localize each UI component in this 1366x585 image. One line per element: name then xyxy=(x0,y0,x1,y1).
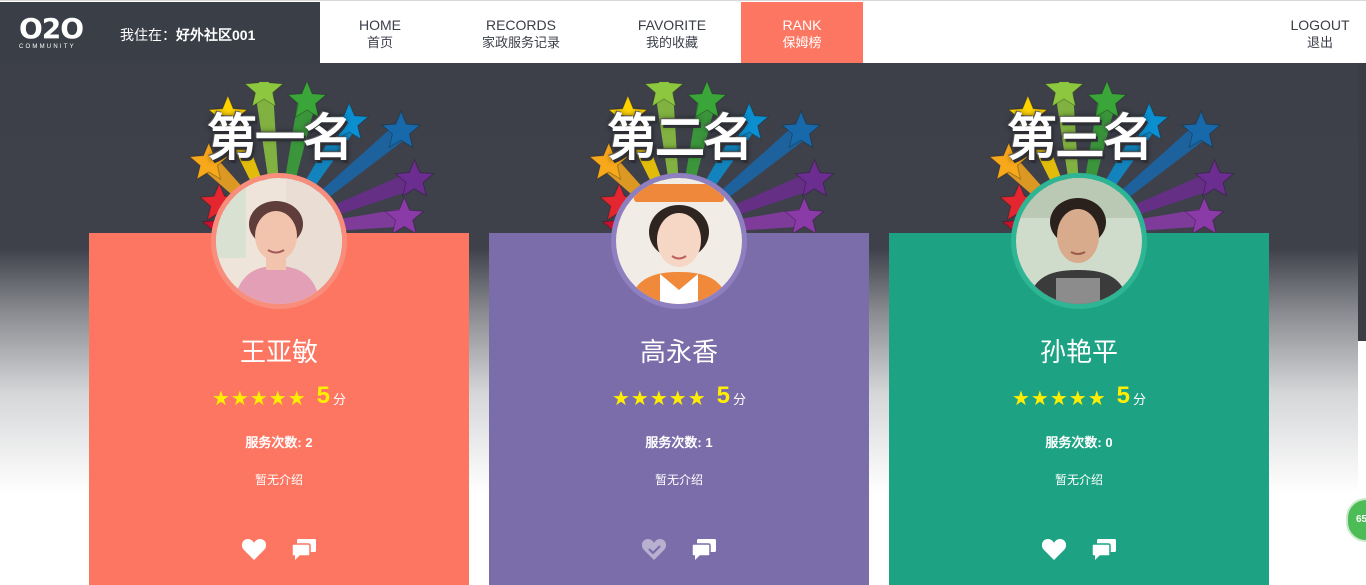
nanny-avatar[interactable] xyxy=(211,173,347,309)
o2o-logo[interactable]: O2O COMMUNITY xyxy=(19,12,91,51)
score-unit: 分 xyxy=(333,392,347,407)
location-text: 我住在：好外社区001 xyxy=(120,27,255,43)
rank-title: 第三名 xyxy=(1007,110,1153,166)
score-value: 5 xyxy=(716,382,730,409)
nav-favorite[interactable]: FAVORITE 我的收藏 xyxy=(612,2,732,64)
brand-area: O2O COMMUNITY 我住在：好外社区001 xyxy=(0,2,320,64)
star-shape xyxy=(783,196,825,235)
nav-favorite-cn: 我的收藏 xyxy=(645,35,698,50)
location-label: 我住在： xyxy=(120,27,176,43)
nav-rank-cn: 保姆榜 xyxy=(782,35,822,50)
service-count-label: 服务次数: xyxy=(1045,435,1106,450)
chat-bubbles-icon[interactable] xyxy=(291,537,317,561)
heart-check-icon[interactable] xyxy=(641,537,667,561)
rank-title: 第一名 xyxy=(207,110,353,166)
star-rating-icons: ★★★★★ xyxy=(611,386,707,410)
service-count-label: 服务次数: xyxy=(245,435,306,450)
rank-title: 第二名 xyxy=(607,110,753,166)
logo-main-text: O2O xyxy=(19,12,84,45)
card-actions xyxy=(889,537,1269,561)
rating-row: ★★★★★ 5 分 xyxy=(889,379,1269,410)
card-actions xyxy=(489,537,869,561)
nanny-intro: 暂无介绍 xyxy=(254,473,303,487)
chat-bubbles-icon[interactable] xyxy=(691,537,717,561)
nav-logout[interactable]: LOGOUT 退出 xyxy=(1280,2,1360,64)
service-count-value: 2 xyxy=(305,435,313,450)
service-count: 服务次数: 0 xyxy=(889,434,1269,452)
service-count-value: 1 xyxy=(705,435,713,450)
star-shape xyxy=(383,196,425,235)
star-rating-icons: ★★★★★ xyxy=(1011,386,1107,410)
location-value: 好外社区001 xyxy=(176,27,256,43)
service-count-label: 服务次数: xyxy=(645,435,706,450)
service-count: 服务次数: 1 xyxy=(489,434,869,452)
nav-records-en: RECORDS xyxy=(485,17,556,33)
nanny-name[interactable]: 孙艳平 xyxy=(889,336,1269,368)
rating-row: ★★★★★ 5 分 xyxy=(89,379,469,410)
nav-home[interactable]: HOME 首页 xyxy=(330,2,430,64)
nav-rank-en: RANK xyxy=(782,17,822,33)
heart-icon[interactable] xyxy=(1041,537,1067,561)
score-value: 5 xyxy=(316,382,330,409)
score-value: 5 xyxy=(1116,382,1130,409)
nav-favorite-en: FAVORITE xyxy=(637,17,707,33)
nav-records[interactable]: RECORDS 家政服务记录 xyxy=(460,2,582,64)
nanny-name[interactable]: 王亚敏 xyxy=(89,336,469,368)
nav-home-cn: 首页 xyxy=(366,35,393,50)
nanny-avatar[interactable] xyxy=(611,173,747,309)
nanny-name[interactable]: 高永香 xyxy=(489,336,869,368)
chat-bubbles-icon[interactable] xyxy=(1091,537,1117,561)
heart-icon[interactable] xyxy=(241,537,267,561)
service-count-value: 0 xyxy=(1105,435,1113,450)
nav-logout-cn: 退出 xyxy=(1306,35,1333,50)
service-count: 服务次数: 2 xyxy=(89,434,469,452)
score-unit: 分 xyxy=(1133,392,1147,407)
scrollbar-track[interactable] xyxy=(1358,63,1366,341)
star-rating-icons: ★★★★★ xyxy=(211,386,307,410)
score-unit: 分 xyxy=(733,392,747,407)
nav-home-en: HOME xyxy=(359,17,401,33)
nav-logout-en: LOGOUT xyxy=(1290,17,1350,33)
nanny-intro: 暂无介绍 xyxy=(654,473,703,487)
nav-records-cn: 家政服务记录 xyxy=(481,35,560,50)
rating-row: ★★★★★ 5 分 xyxy=(489,379,869,410)
top-navigation-bar: O2O COMMUNITY 我住在：好外社区001 HOME 首页 RECORD… xyxy=(0,0,1366,64)
nanny-avatar[interactable] xyxy=(1011,173,1147,309)
nanny-intro: 暂无介绍 xyxy=(1054,473,1103,487)
nav-rank-active[interactable]: RANK 保姆榜 xyxy=(741,2,863,64)
card-actions xyxy=(89,537,469,561)
star-shape xyxy=(1183,196,1225,235)
